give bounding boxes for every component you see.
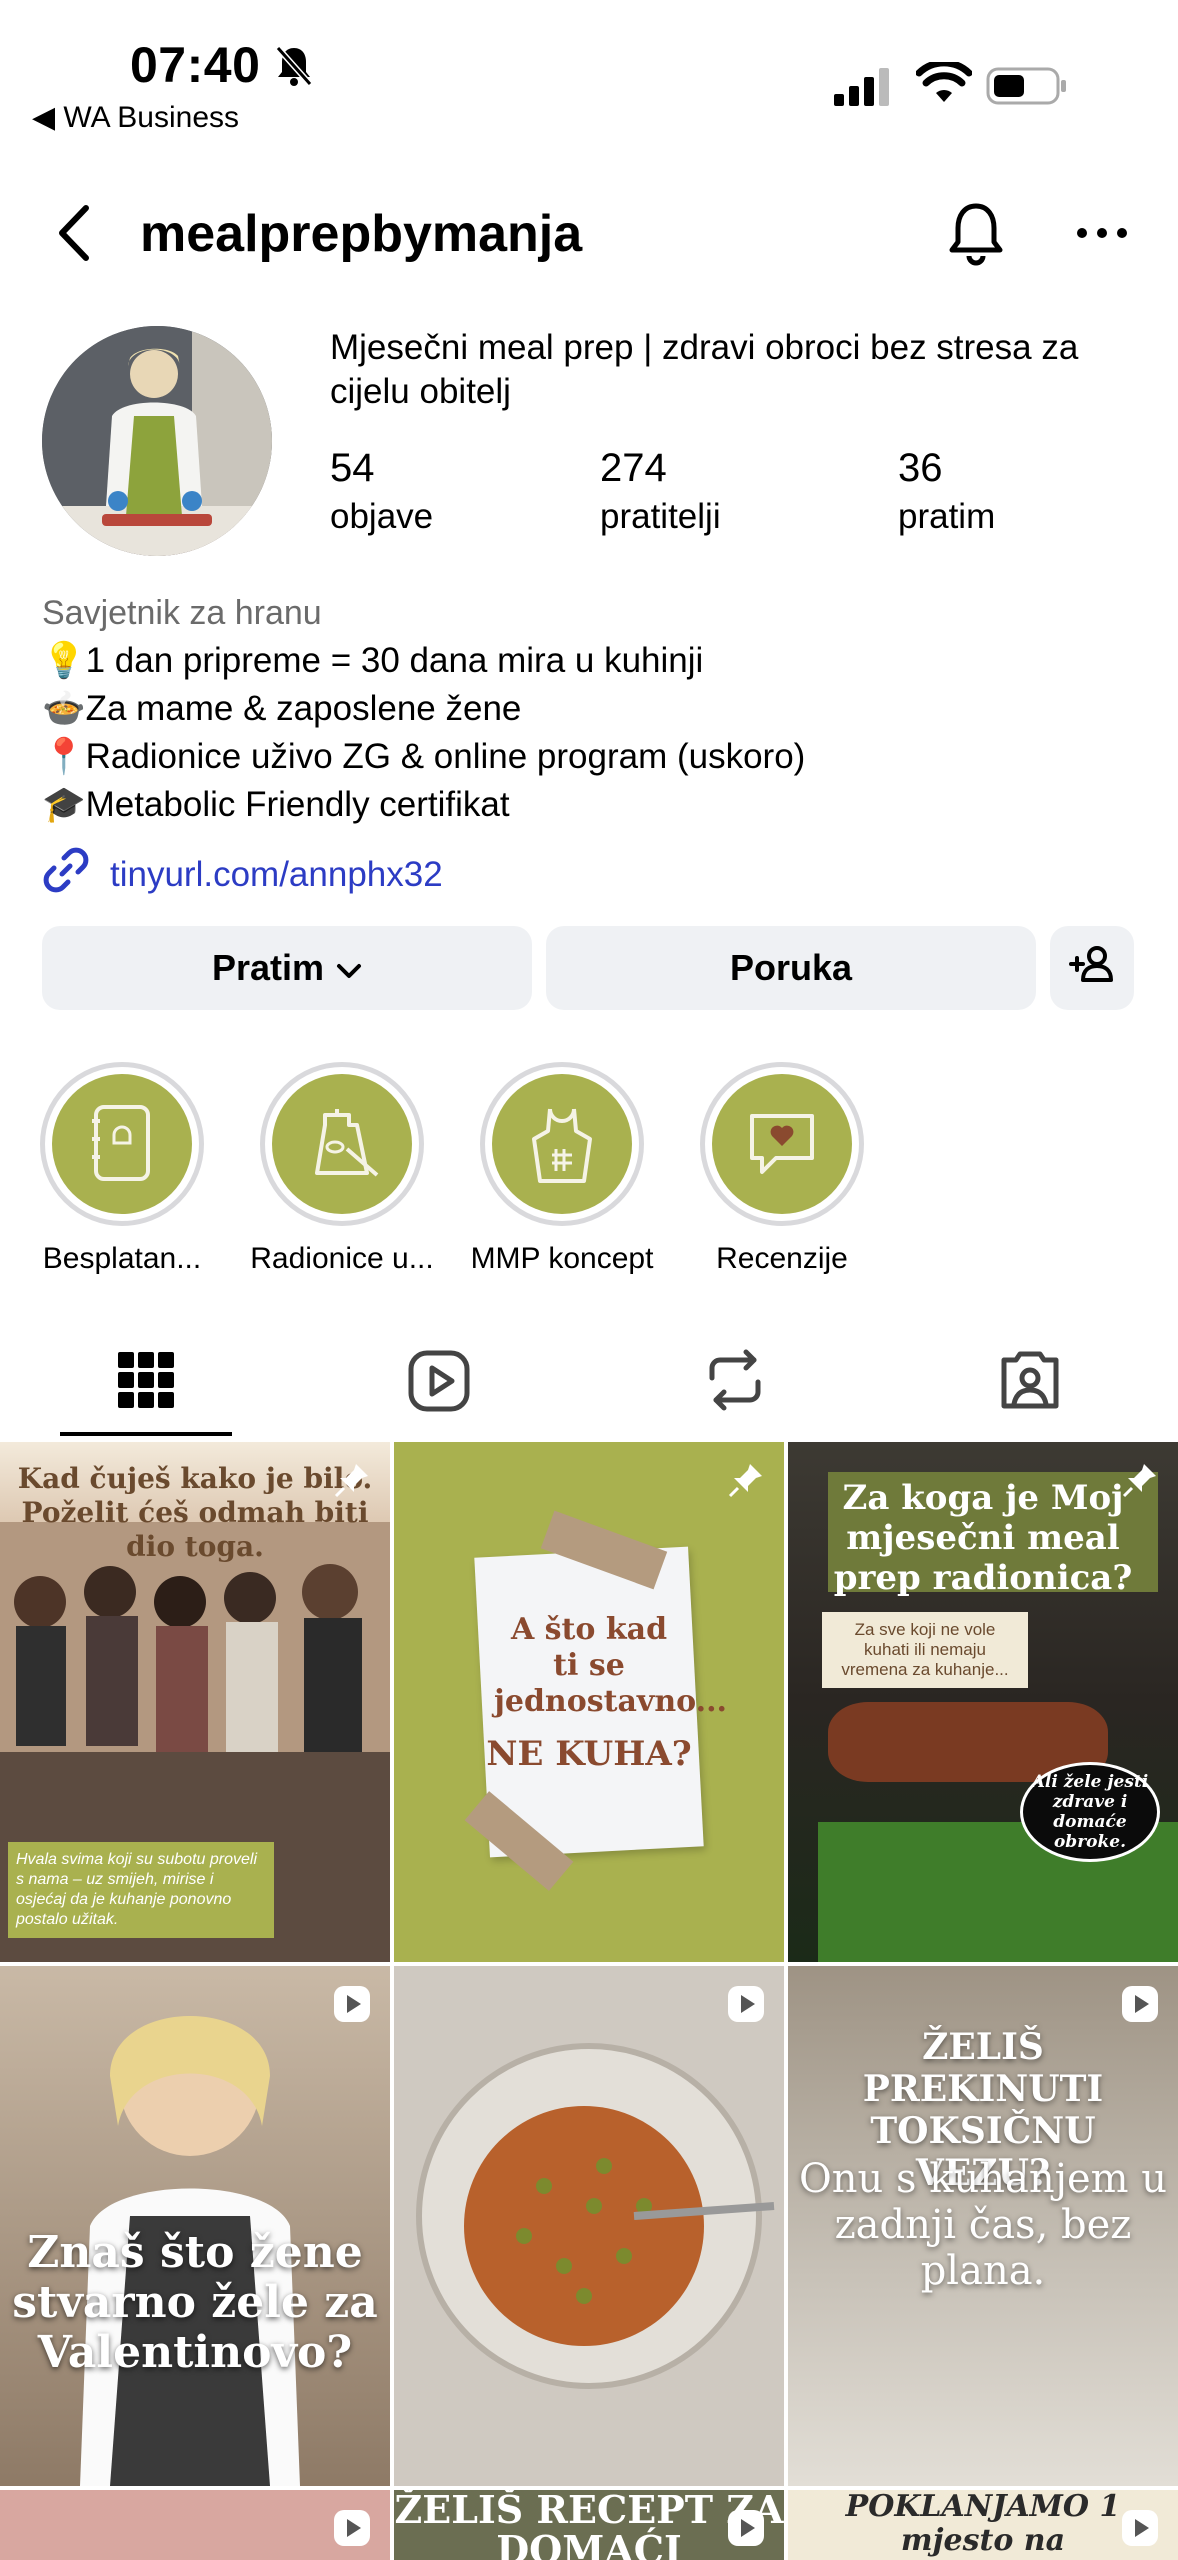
- posts-label: objave: [330, 497, 434, 536]
- following-count: 36: [898, 446, 943, 490]
- link-icon: [42, 846, 90, 903]
- posts-count: 54: [330, 446, 375, 490]
- status-time: 07:40: [130, 37, 261, 93]
- pin-icon: [334, 1464, 368, 1498]
- reposts-icon[interactable]: [704, 1348, 766, 1417]
- post-title: Znaš što žene stvarno žele za Valentinov…: [12, 2227, 378, 2378]
- back-to-app-link[interactable]: ◀ WA Business: [32, 100, 239, 135]
- tagged-icon[interactable]: [998, 1348, 1062, 1417]
- bio-line: 🎓Metabolic Friendly certifikat: [42, 785, 510, 824]
- recipe-book-icon: [52, 1074, 192, 1214]
- following-button[interactable]: Pratim: [42, 926, 532, 1010]
- suggest-people-button[interactable]: [1050, 926, 1134, 1010]
- highlight-item[interactable]: [480, 1062, 644, 1226]
- highlight-label: Radionice u...: [250, 1242, 434, 1275]
- reel-icon: [728, 1986, 764, 2022]
- following-count-stat[interactable]: 36 pratim: [898, 446, 995, 537]
- post-thumbnail[interactable]: A što kad ti se jednostavno... NE KUHA?: [394, 1442, 784, 1962]
- reels-icon[interactable]: [408, 1350, 470, 1417]
- reel-icon: [334, 2510, 370, 2546]
- battery-icon: [986, 66, 1068, 106]
- notification-bell-icon[interactable]: [942, 198, 1010, 268]
- message-button-label: Poruka: [729, 947, 853, 988]
- highlight-label: MMP koncept: [470, 1242, 654, 1275]
- profile-avatar[interactable]: [42, 326, 272, 556]
- back-arrow-icon[interactable]: [48, 198, 104, 268]
- highlight-item[interactable]: [700, 1062, 864, 1226]
- highlight-item[interactable]: [260, 1062, 424, 1226]
- post-caption: Hvala svima koji su subotu proveli s nam…: [8, 1842, 274, 1938]
- message-button[interactable]: Poruka: [546, 926, 1036, 1010]
- profile-category: Savjetnik za hranu: [42, 594, 322, 632]
- following-label: pratim: [898, 497, 996, 536]
- silent-mode-icon: [274, 44, 314, 88]
- highlight-item[interactable]: [40, 1062, 204, 1226]
- reel-icon: [728, 2510, 764, 2546]
- grid-icon[interactable]: [116, 1350, 176, 1415]
- post-thumbnail[interactable]: [394, 1966, 784, 2486]
- wifi-icon: [915, 59, 973, 106]
- cellular-signal-icon: [834, 66, 894, 106]
- posts-count-stat[interactable]: 54 objave: [330, 446, 433, 537]
- bio-link[interactable]: tinyurl.com/annphx32: [42, 846, 443, 903]
- post-subtitle: Za sve koji ne vole kuhati ili nemaju vr…: [822, 1612, 1028, 1688]
- following-button-label: Pratim: [211, 947, 325, 988]
- highlight-label: Besplatan...: [42, 1242, 202, 1275]
- bio-link-text: tinyurl.com/annphx32: [110, 854, 443, 894]
- bio-line: 🍲Za mame & zaposlene žene: [42, 689, 522, 728]
- post-thumbnail[interactable]: Znaš što žene stvarno žele za Valentinov…: [0, 1966, 390, 2486]
- post-thumbnail[interactable]: ŽELIŠ PREKINUTI TOKSIČNU VEZU? Onu s kuh…: [788, 1966, 1178, 2486]
- post-thumbnail[interactable]: POKLANJAMO 1 mjesto na radioni: [788, 2490, 1178, 2560]
- post-highlight: NE KUHA?: [486, 1734, 692, 1774]
- post-title: A što kad ti se jednostavno...: [494, 1612, 727, 1719]
- heart-chat-icon: [712, 1074, 852, 1214]
- post-subtitle: Onu s kuhanjem u zadnji čas, bez plana.: [798, 2156, 1168, 2294]
- highlight-label: Recenzije: [716, 1242, 848, 1275]
- more-options-icon[interactable]: [1076, 218, 1128, 248]
- post-bubble: Ali žele jesti zdrave i domaće obroke.: [1020, 1762, 1160, 1862]
- chevron-down-icon: [336, 947, 362, 989]
- reel-icon: [1122, 2510, 1158, 2546]
- pin-icon: [1122, 1464, 1156, 1498]
- post-thumbnail[interactable]: Za koga je Moj mjesečni meal prep radion…: [788, 1442, 1178, 1962]
- add-person-icon: [1069, 944, 1115, 993]
- post-thumbnail[interactable]: [0, 2490, 390, 2560]
- reel-icon: [334, 1986, 370, 2022]
- cutting-board-icon: [272, 1074, 412, 1214]
- pin-icon: [728, 1464, 762, 1498]
- followers-label: pratitelji: [600, 497, 721, 536]
- active-tab-indicator: [60, 1432, 232, 1436]
- post-thumbnail[interactable]: ŽELIŠ RECEPT ZA DOMAĆI: [394, 2490, 784, 2560]
- profile-username: mealprepbymanja: [140, 205, 583, 263]
- apron-icon: [492, 1074, 632, 1214]
- bio-line: 📍Radionice uživo ZG & online program (us…: [42, 737, 806, 776]
- bio-line: 💡1 dan pripreme = 30 dana mira u kuhinji: [42, 641, 704, 680]
- post-thumbnail[interactable]: Kad čuješ kako je bilo. Poželit ćeš odma…: [0, 1442, 390, 1962]
- followers-count-stat[interactable]: 274 pratitelji: [600, 446, 721, 537]
- profile-display-name: Mjesečni meal prep | zdravi obroci bez s…: [330, 328, 1079, 411]
- followers-count: 274: [600, 446, 667, 490]
- reel-icon: [1122, 1986, 1158, 2022]
